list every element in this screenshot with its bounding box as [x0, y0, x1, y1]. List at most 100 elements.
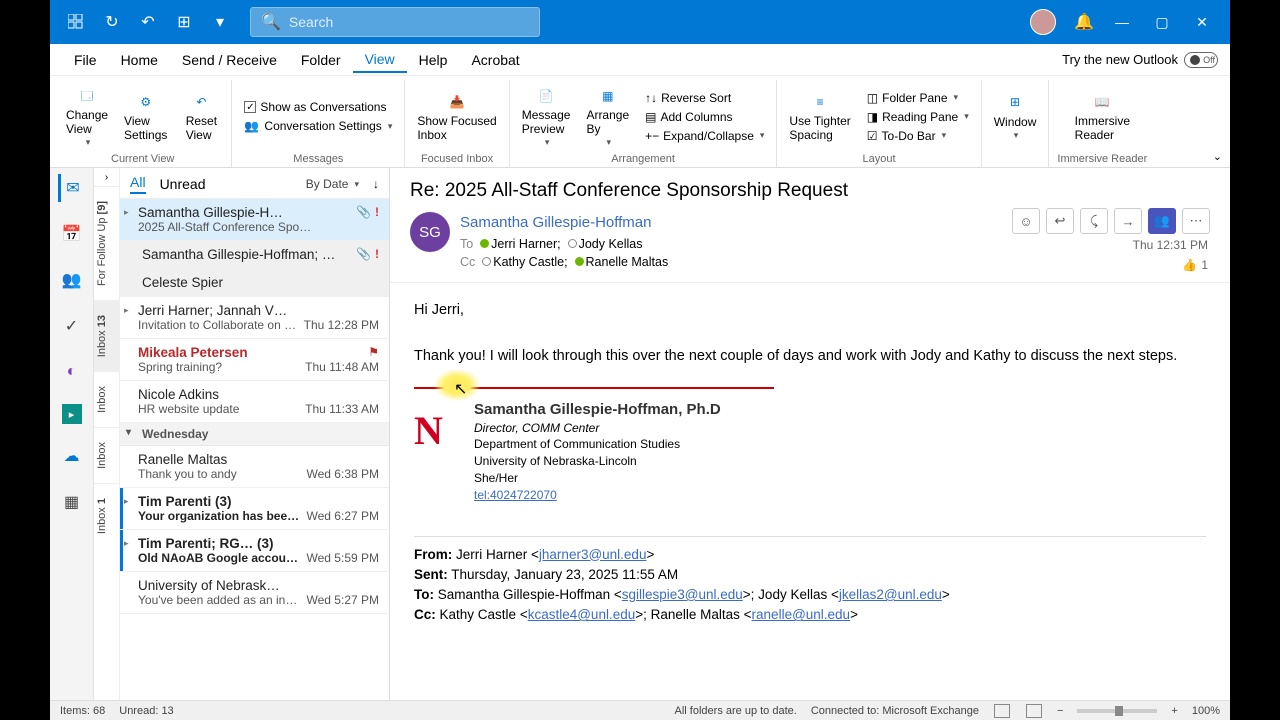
sig-phone-link[interactable]: tel:4024722070	[474, 488, 557, 502]
filter-all[interactable]: All	[130, 174, 146, 194]
reply-all-button[interactable]: ⤹	[1080, 208, 1108, 234]
to-recipient-2[interactable]: Jody Kellas	[579, 237, 643, 251]
try-new-toggle[interactable]: Off	[1184, 52, 1218, 68]
vtab-inbox-1[interactable]: Inbox 13	[94, 300, 119, 371]
reading-actions: ☺ ↩ ⤹ → 👥 ⋯	[1012, 208, 1210, 234]
dropdown-icon[interactable]: ▾	[208, 10, 232, 34]
quoted-to-email-1[interactable]: sgillespie3@unl.edu	[622, 587, 743, 602]
menu-send-receive[interactable]: Send / Receive	[170, 48, 289, 72]
show-as-conversations-checkbox[interactable]: ✓Show as Conversations	[240, 99, 396, 115]
message-item[interactable]: ▸Jerri Harner; Jannah V…Invitation to Co…	[120, 297, 389, 339]
calendar-icon[interactable]: 📅	[58, 220, 86, 248]
reset-view-button[interactable]: ↶Reset View	[179, 89, 223, 143]
reply-button[interactable]: ↩	[1046, 208, 1074, 234]
menu-help[interactable]: Help	[407, 48, 460, 72]
grid-icon[interactable]	[64, 10, 88, 34]
account-avatar[interactable]	[1030, 9, 1056, 35]
message-item[interactable]: Ranelle MaltasThank you to andyWed 6:38 …	[120, 446, 389, 488]
vtab-inbox-3[interactable]: Inbox	[94, 427, 119, 483]
people-icon[interactable]: 👥	[58, 266, 86, 294]
todo-bar-button[interactable]: ☑To-Do Bar▾	[863, 128, 973, 144]
mail-icon[interactable]: ✉	[58, 174, 86, 202]
arrange-by-button[interactable]: ▦Arrange By▾	[582, 83, 633, 149]
menu-view[interactable]: View	[353, 47, 407, 73]
message-list-header: All Unread By Date ▾ ↓	[120, 168, 389, 199]
vtab-follow-up[interactable]: For Follow Up [9]	[94, 186, 119, 300]
cc-recipient-2[interactable]: Ranelle Maltas	[586, 255, 669, 269]
reaction-summary[interactable]: 👍1	[1182, 258, 1208, 272]
to-recipient-1[interactable]: Jerri Harner;	[491, 237, 560, 251]
reverse-sort-button[interactable]: ↑↓Reverse Sort	[641, 90, 768, 106]
sort-direction-icon[interactable]: ↓	[373, 177, 379, 191]
change-view-button[interactable]: 🗔Change View▾	[62, 83, 112, 149]
sender-name[interactable]: Samantha Gillespie-Hoffman	[460, 212, 668, 235]
vtab-inbox-2[interactable]: Inbox	[94, 371, 119, 427]
close-button[interactable]: ✕	[1182, 7, 1222, 37]
use-tighter-spacing-button[interactable]: ≡Use Tighter Spacing	[785, 89, 854, 143]
forward-button[interactable]: →	[1114, 208, 1142, 234]
cc-recipient-1[interactable]: Kathy Castle;	[493, 255, 567, 269]
react-button[interactable]: ☺	[1012, 208, 1040, 234]
menu-file[interactable]: File	[62, 48, 109, 72]
message-item[interactable]: ▸Tim Parenti (3)Your organization has be…	[120, 488, 389, 530]
immersive-reader-button[interactable]: 📖Immersive Reader	[1071, 89, 1134, 143]
tasks-icon[interactable]: ✓	[58, 312, 86, 340]
sync-icon[interactable]: ↻	[100, 10, 124, 34]
maximize-button[interactable]: ▢	[1142, 7, 1182, 37]
message-preview-button[interactable]: 📄Message Preview▾	[518, 83, 575, 149]
app-icon-1[interactable]: ◐	[58, 358, 86, 386]
signature-divider	[414, 387, 774, 389]
vtab-inbox-4[interactable]: Inbox 1	[94, 483, 119, 548]
message-item[interactable]: ▸Tim Parenti; RG… (3)Old NAoAB Google ac…	[120, 530, 389, 572]
menu-folder[interactable]: Folder	[289, 48, 353, 72]
message-item[interactable]: University of Nebrask…You've been added …	[120, 572, 389, 614]
quoted-from-email[interactable]: jharner3@unl.edu	[539, 547, 647, 562]
menu-home[interactable]: Home	[109, 48, 170, 72]
add-columns-button[interactable]: ▤Add Columns	[641, 109, 768, 125]
message-item[interactable]: Samantha Gillespie-Hoffman; …📎!	[120, 241, 389, 269]
filter-unread[interactable]: Unread	[160, 176, 206, 192]
reading-pane-button[interactable]: ◨Reading Pane▾	[863, 109, 973, 125]
reading-meta: SG Samantha Gillespie-Hoffman To Jerri H…	[390, 208, 1230, 283]
expand-collapse-button[interactable]: +−Expand/Collapse▾	[641, 128, 768, 144]
sort-by-date[interactable]: By Date ▾	[306, 177, 359, 191]
view-mode-1-icon[interactable]	[994, 704, 1010, 718]
search-input[interactable]	[289, 14, 529, 30]
show-focused-inbox-button[interactable]: 📥Show Focused Inbox	[413, 89, 500, 143]
group-header[interactable]: ▾Wednesday	[120, 423, 389, 446]
quoted-cc-email-2[interactable]: ranelle@unl.edu	[752, 607, 851, 622]
undo-icon[interactable]: ↶	[136, 10, 160, 34]
zoom-minus[interactable]: −	[1057, 705, 1063, 717]
ribbon-collapse-icon[interactable]: ⌄	[1213, 150, 1222, 163]
email-greeting: Hi Jerri,	[414, 299, 1206, 322]
thread-separator	[414, 536, 1206, 537]
folder-pane-button[interactable]: ◫Folder Pane▾	[863, 90, 973, 106]
apps-icon[interactable]: ⊞	[172, 10, 196, 34]
conversation-settings-button[interactable]: 👥Conversation Settings▾	[240, 118, 396, 134]
zoom-slider[interactable]	[1077, 709, 1157, 713]
view-mode-2-icon[interactable]	[1026, 704, 1042, 718]
search-box[interactable]: 🔍	[250, 7, 540, 37]
onedrive-icon[interactable]: ☁	[58, 442, 86, 470]
teams-button[interactable]: 👥	[1148, 208, 1176, 234]
message-item[interactable]: ▸Samantha Gillespie-H…2025 All-Staff Con…	[120, 199, 389, 241]
view-settings-button[interactable]: ⚙View Settings	[120, 89, 171, 143]
expand-folder-pane-icon[interactable]: ›	[94, 168, 119, 186]
menu-acrobat[interactable]: Acrobat	[459, 48, 531, 72]
minimize-button[interactable]: —	[1102, 7, 1142, 37]
window-button[interactable]: ⊞Window▾	[990, 90, 1041, 143]
more-actions-button[interactable]: ⋯	[1182, 208, 1210, 234]
try-new-outlook[interactable]: Try the new Outlook Off	[1062, 52, 1218, 68]
zoom-plus[interactable]: +	[1171, 705, 1177, 717]
message-item[interactable]: Celeste Spier	[120, 269, 389, 297]
message-item[interactable]: Mikeala PetersenSpring training?Thu 11:4…	[120, 339, 389, 381]
quoted-to-email-2[interactable]: jkellas2@unl.edu	[839, 587, 942, 602]
status-items: Items: 68	[60, 705, 105, 717]
sig-dept: Department of Communication Studies	[474, 436, 721, 453]
app-icon-2[interactable]: ▸	[62, 404, 82, 424]
bell-icon[interactable]: 🔔	[1072, 10, 1096, 34]
quoted-cc-email-1[interactable]: kcastle4@unl.edu	[528, 607, 636, 622]
reading-body: Hi Jerri, Thank you! I will look through…	[390, 283, 1230, 700]
more-apps-icon[interactable]: ▦	[58, 488, 86, 516]
message-item[interactable]: Nicole AdkinsHR website updateThu 11:33 …	[120, 381, 389, 423]
